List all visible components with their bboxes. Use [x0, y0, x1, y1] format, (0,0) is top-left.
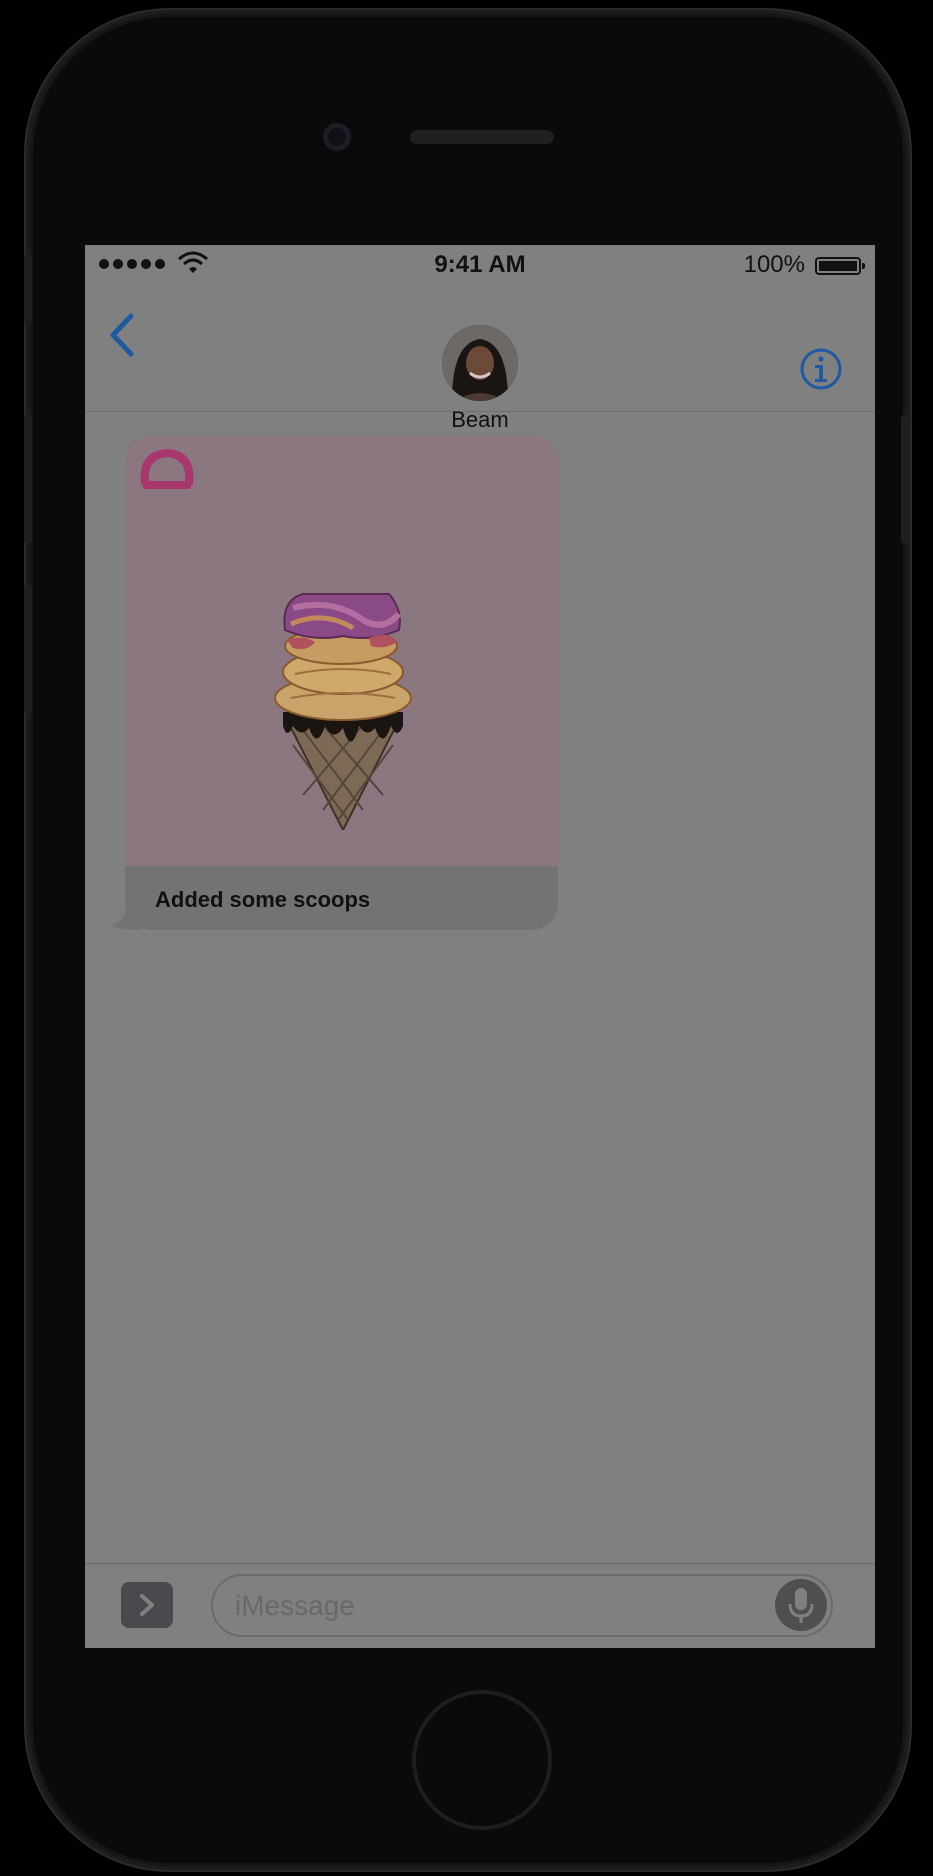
ice-cream-app-icon	[140, 449, 194, 495]
message-caption: Added some scoops	[155, 887, 371, 912]
chevron-right-icon	[140, 1594, 154, 1616]
contact-name[interactable]: Beam	[85, 407, 875, 433]
ice-cream-cone	[274, 593, 412, 830]
message-input[interactable]: iMessage	[211, 1574, 833, 1637]
power-button	[901, 415, 909, 543]
compose-bar: iMessage	[85, 1563, 875, 1648]
screen: 9:41 AM 100% Beam Added some scoops iMes…	[85, 245, 875, 1648]
battery-icon	[815, 257, 865, 275]
chevron-left-icon[interactable]	[103, 310, 143, 360]
home-button[interactable]	[412, 1690, 552, 1830]
avatar[interactable]	[442, 325, 518, 401]
mute-switch	[24, 255, 32, 323]
battery-percent: 100%	[743, 251, 805, 278]
status-bar: 9:41 AM 100%	[85, 245, 875, 285]
expand-apps-button[interactable]	[121, 1582, 173, 1628]
info-icon[interactable]	[799, 347, 843, 391]
battery-fill	[819, 261, 857, 271]
microphone-button[interactable]	[775, 1579, 827, 1631]
message-input-placeholder: iMessage	[235, 1590, 355, 1621]
volume-down-button	[24, 585, 32, 713]
earpiece-speaker	[410, 130, 554, 144]
conversation-header: Beam	[85, 285, 875, 432]
microphone-icon	[788, 1588, 814, 1623]
message-bubble[interactable]: Added some scoops	[111, 435, 558, 930]
device-stage: 9:41 AM 100% Beam Added some scoops iMes…	[0, 0, 933, 1876]
bubble-tail	[111, 904, 141, 930]
message-image[interactable]	[125, 435, 558, 866]
front-camera	[323, 123, 351, 151]
volume-up-button	[24, 415, 32, 543]
contact-photo	[442, 325, 518, 401]
